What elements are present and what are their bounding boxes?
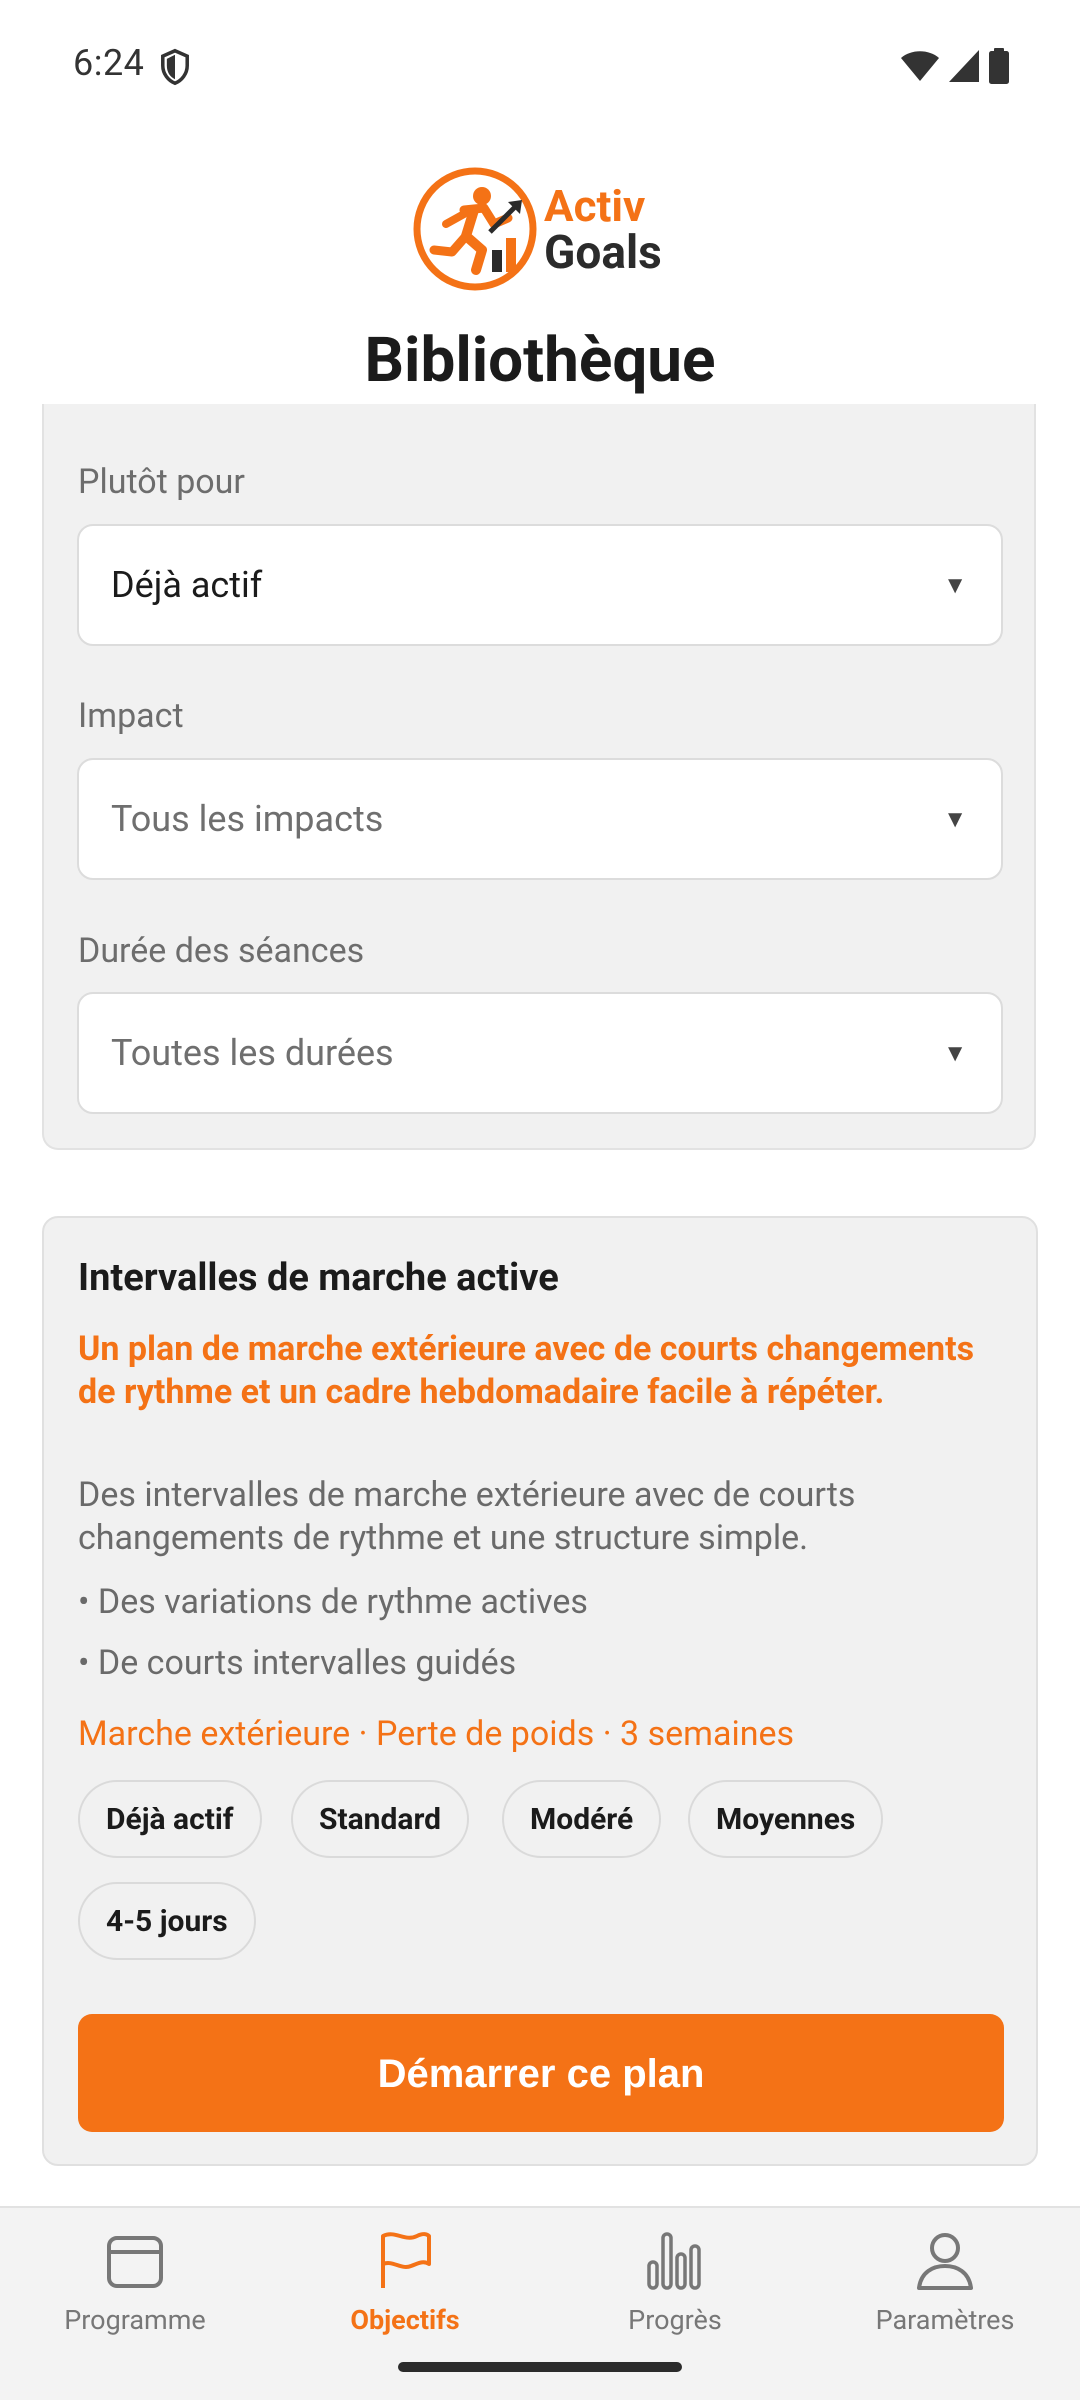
dropdown-arrow-icon: ▼ (943, 805, 967, 833)
duration-select-placeholder: Toutes les durées (111, 1032, 394, 1074)
plan-tagline: Un plan de marche extérieure avec de cou… (78, 1329, 975, 1412)
plan-card: Intervalles de marche active Un plan de … (42, 1216, 1038, 2166)
status-time: 6:24 (73, 42, 145, 84)
nav-item-objectifs[interactable]: Objectifs (270, 2228, 540, 2358)
start-plan-button[interactable]: Démarrer ce plan (78, 2014, 1004, 2132)
nav-label-objectifs: Objectifs (350, 2304, 460, 2336)
home-indicator[interactable] (398, 2362, 682, 2372)
plan-description: Des intervalles de marche extérieure ave… (78, 1475, 856, 1558)
audience-select-value: Déjà actif (111, 564, 263, 606)
status-icons (900, 48, 1010, 84)
impact-select[interactable]: Tous les impacts ▼ (77, 758, 1003, 880)
bar-chart-icon (647, 2232, 701, 2290)
signal-icon (949, 50, 979, 82)
logo-text-activ: Activ (544, 180, 646, 232)
chip-level: Standard (291, 1780, 470, 1858)
nav-label-parametres: Paramètres (875, 2304, 1015, 2336)
chip-impact: Modéré (502, 1780, 662, 1858)
runner-logo-icon (413, 167, 537, 291)
chip-audience: Déjà actif (78, 1780, 262, 1858)
shield-icon (161, 48, 189, 86)
nav-item-parametres[interactable]: Paramètres (810, 2228, 1080, 2358)
person-icon (917, 2233, 973, 2290)
page-title: Bibliothèque (364, 324, 716, 397)
impact-label: Impact (78, 696, 184, 736)
app-logo: Activ Goals (412, 166, 672, 296)
nav-label-programme: Programme (64, 2304, 206, 2336)
chip-duration: Moyennes (688, 1780, 884, 1858)
dropdown-arrow-icon: ▼ (943, 1039, 967, 1067)
dropdown-arrow-icon: ▼ (943, 571, 967, 599)
plan-bullet: • De courts intervalles guidés (78, 1643, 517, 1683)
duration-label: Durée des séances (78, 931, 365, 971)
nav-label-progres: Progrès (628, 2304, 722, 2336)
filters-card: Plutôt pour Déjà actif ▼ Impact Tous les… (42, 404, 1036, 1150)
calendar-icon (107, 2236, 163, 2288)
status-bar: 6:24 (0, 0, 1080, 132)
audience-select[interactable]: Déjà actif ▼ (77, 524, 1003, 646)
duration-select[interactable]: Toutes les durées ▼ (77, 992, 1003, 1114)
chip-frequency: 4-5 jours (78, 1882, 256, 1960)
nav-item-progres[interactable]: Progrès (540, 2228, 810, 2358)
nav-item-programme[interactable]: Programme (0, 2228, 270, 2358)
plan-meta: Marche extérieure · Perte de poids · 3 s… (78, 1714, 795, 1754)
audience-label: Plutôt pour (78, 462, 245, 502)
wifi-icon (901, 51, 939, 81)
plan-title: Intervalles de marche active (78, 1256, 559, 1300)
battery-icon (989, 48, 1009, 84)
impact-select-placeholder: Tous les impacts (111, 798, 384, 840)
logo-text-goals: Goals (544, 226, 662, 280)
plan-bullet: • Des variations de rythme actives (78, 1582, 588, 1622)
flag-icon (381, 2232, 431, 2288)
